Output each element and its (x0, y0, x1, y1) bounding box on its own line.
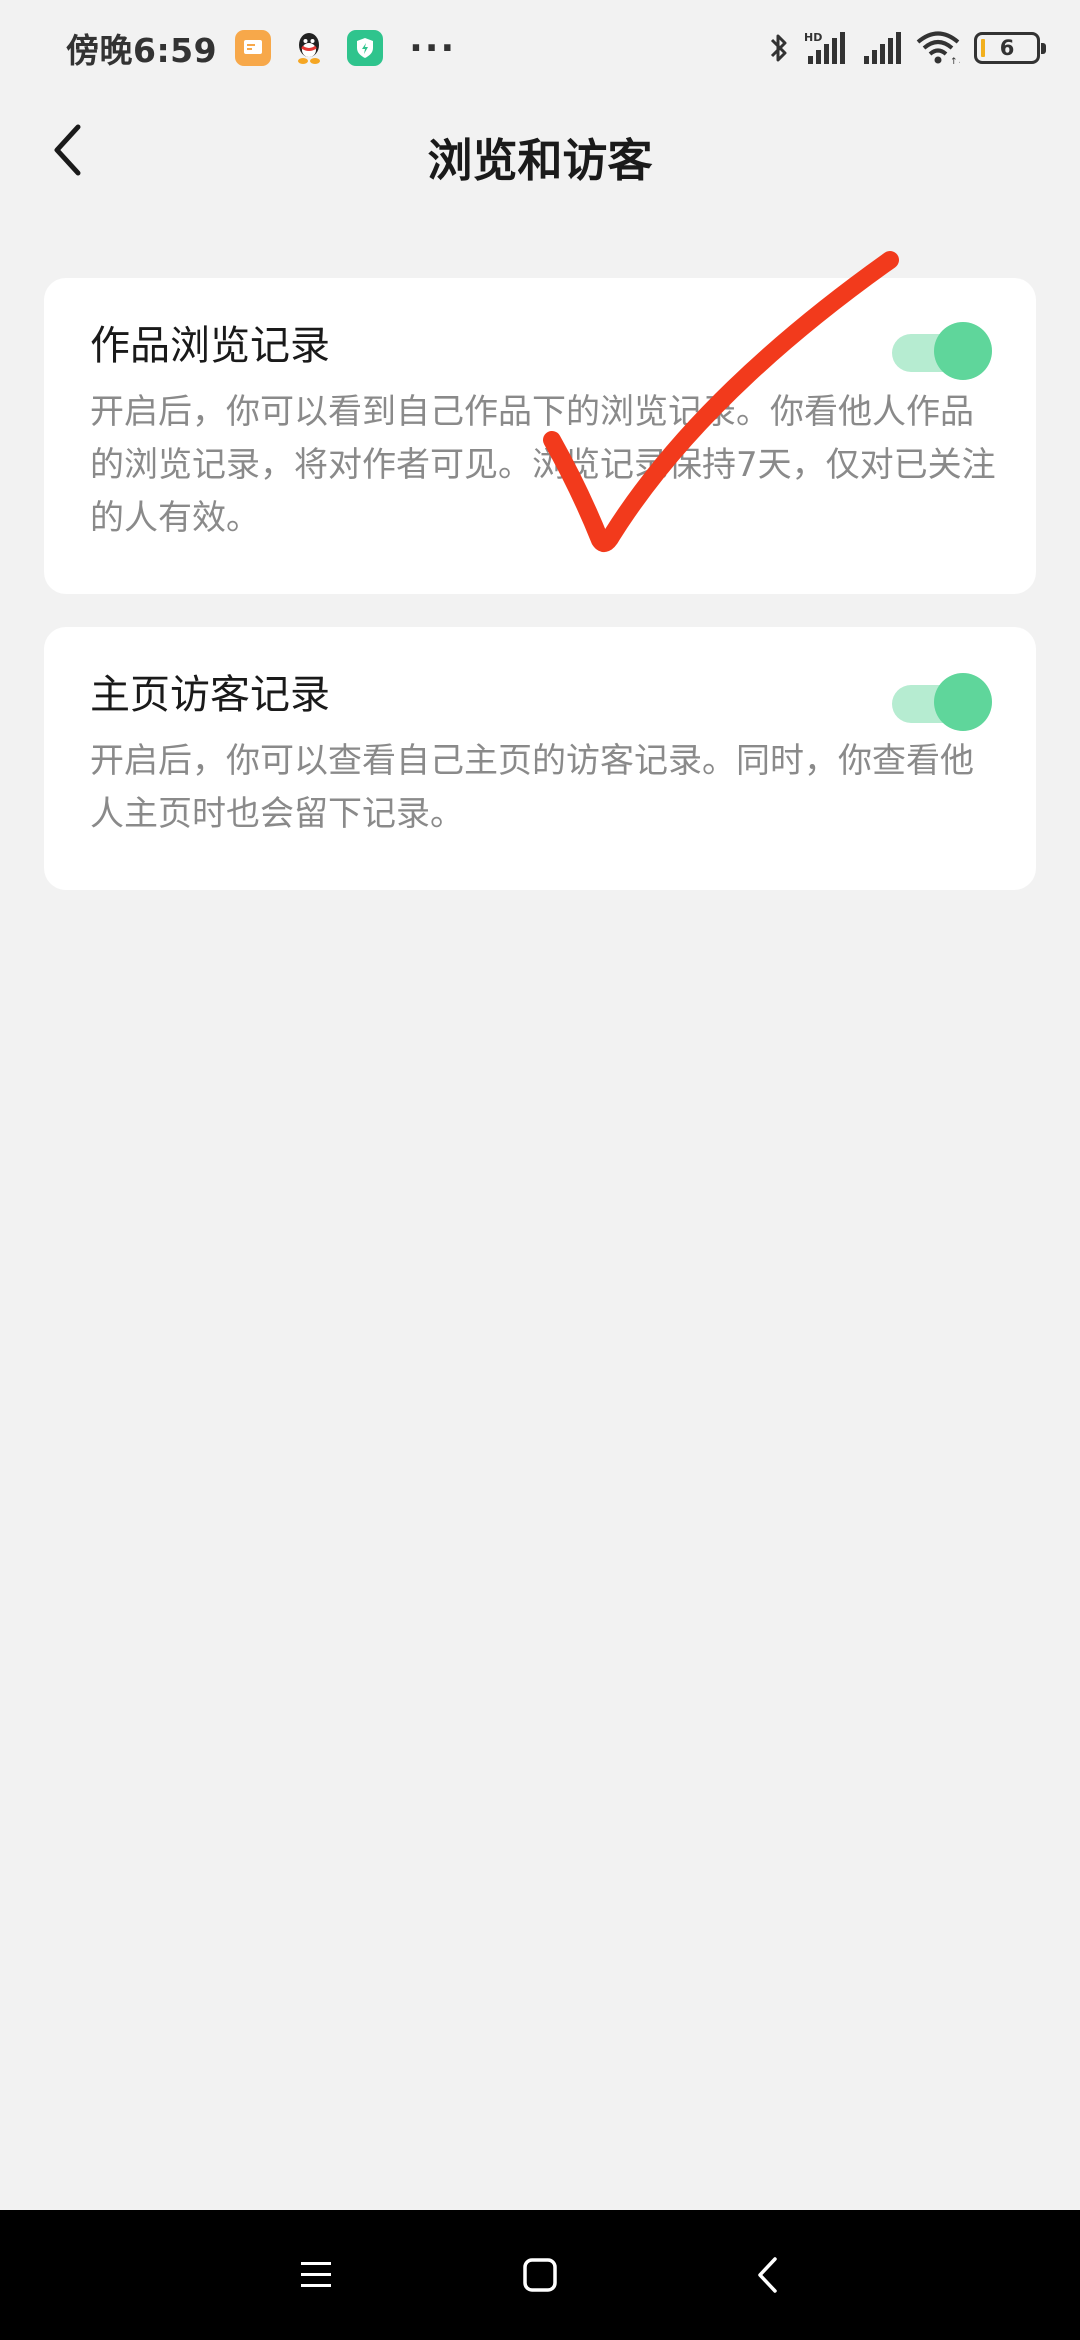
navigation-bar (0, 2210, 1080, 2340)
setting-title: 作品浏览记录 (90, 323, 330, 369)
battery-icon: 6 (974, 32, 1046, 64)
security-app-icon (347, 30, 384, 66)
setting-card-profile-visitors: 主页访客记录 开启后，你可以查看自己主页的访客记录。同时，你查看他人主页时也会留… (44, 627, 1036, 890)
bluetooth-icon (770, 34, 787, 62)
recent-apps-button[interactable] (284, 2243, 348, 2307)
status-time: 傍晚6:59 (66, 31, 218, 70)
system-icons: HD ↑↓ 6 (768, 30, 1046, 66)
toggle-knob (934, 322, 992, 380)
toggle-knob (934, 673, 992, 731)
page-title: 浏览和访客 (427, 134, 653, 187)
home-icon (523, 2258, 557, 2292)
setting-description: 开启后，你可以看到自己作品下的浏览记录。你看他人作品的浏览记录，将对作者可见。浏… (90, 392, 996, 538)
battery-level-fill (981, 39, 985, 57)
signal-icon (864, 32, 901, 64)
setting-title: 主页访客记录 (90, 672, 330, 718)
battery-level: 6 (999, 36, 1015, 60)
menu-icon (301, 2262, 331, 2287)
wifi-icon: ↑↓ (916, 31, 960, 65)
notification-icons: ··· (235, 28, 456, 69)
setting-description: 开启后，你可以查看自己主页的访客记录。同时，你查看他人主页时也会留下记录。 (90, 741, 974, 834)
setting-card-work-views: 作品浏览记录 开启后，你可以看到自己作品下的浏览记录。你看他人作品的浏览记录，将… (44, 278, 1036, 594)
svg-text:↑↓: ↑↓ (950, 57, 960, 65)
gallery-app-icon (235, 30, 272, 66)
header: 浏览和访客 (0, 96, 1080, 206)
system-back-button[interactable] (736, 2243, 800, 2307)
more-notifications-icon: ··· (409, 27, 457, 69)
svg-text:HD: HD (804, 31, 822, 44)
status-bar: 傍晚6:59 ··· HD ↑ 6 (0, 0, 1080, 96)
qq-icon (291, 30, 327, 66)
work-views-toggle[interactable] (892, 322, 992, 380)
hd-signal-icon: HD (804, 31, 845, 64)
back-icon (758, 2257, 777, 2293)
home-button[interactable] (508, 2243, 572, 2307)
profile-visitors-toggle[interactable] (892, 673, 992, 731)
